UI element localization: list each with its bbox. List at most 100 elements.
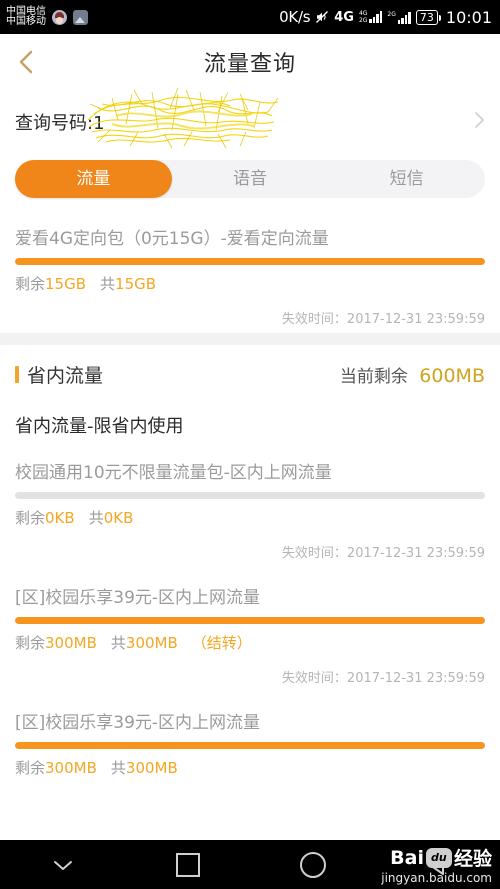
network-type-text: 4G (334, 9, 354, 25)
package-amounts: 剩余0KB 共0KB (15, 499, 485, 528)
package-amounts: 剩余300MB 共300MB （结转） (15, 624, 485, 653)
package-progress-fill (15, 742, 485, 749)
watermark-brand: Bai (390, 846, 424, 869)
total-value: 15GB (115, 275, 157, 293)
package-title: 爱看4G定向包（0元15G）-爱看定向流量 (15, 229, 329, 249)
screenshot-icon (73, 9, 88, 25)
orange-bar-marker-icon (15, 366, 19, 383)
expiry-label: 失效时间： (281, 671, 347, 686)
battery-indicator: 73 (415, 9, 441, 25)
package-progress-bar (15, 492, 485, 499)
query-number-row[interactable]: 查询号码:1 (0, 87, 500, 154)
chevron-right-icon[interactable] (473, 110, 486, 134)
paw-icon: du (425, 847, 452, 868)
total-value: 300MB (125, 634, 178, 652)
contact-avatar-icon (52, 9, 67, 25)
package-total: 共300MB (111, 632, 178, 653)
package-total: 共0KB (89, 507, 134, 528)
watermark-url: jingyan.baidu.com (381, 871, 492, 885)
package-expiry: 失效时间：2017-12-31 23:59:59 (15, 528, 485, 567)
expiry-value: 2017-12-31 23:59:59 (346, 546, 485, 561)
signal-bars-1 (369, 10, 383, 23)
tab-track: 流量 语音 短信 (15, 160, 485, 198)
battery-level: 73 (419, 10, 434, 24)
app-header: 流量查询 (0, 34, 500, 90)
remaining-value: 300MB (45, 759, 97, 777)
remaining-label: 剩余 (15, 275, 46, 293)
expiry-label: 失效时间： (281, 312, 347, 327)
page-title: 流量查询 (203, 52, 296, 77)
package-total: 共15GB (100, 273, 156, 294)
total-label: 共 (110, 634, 126, 652)
total-label: 共 (88, 509, 104, 527)
carrier-line-2: 中国移动 (6, 16, 46, 27)
package-title: 校园通用10元不限量流量包-区内上网流量 (15, 463, 332, 483)
total-label: 共 (100, 275, 116, 293)
package-title: [区]校园乐享39元-区内上网流量 (15, 713, 261, 733)
package-progress-bar (15, 258, 485, 265)
package-total: 共300MB (111, 757, 178, 778)
signal-indicator-2: 2G (387, 11, 411, 24)
tab-bar: 流量 语音 短信 (0, 154, 500, 208)
signal-tag-bottom: 2G (358, 16, 368, 24)
package-remaining: 剩余300MB (15, 757, 97, 778)
package-remaining: 剩余300MB (15, 632, 97, 653)
package-remaining: 剩余0KB (15, 507, 75, 528)
system-nav-bar: Bai du 经验 jingyan.baidu.com (0, 840, 500, 889)
status-bar: 中国电信 中国移动 0K/s 4G 4G 2G 2G 73 10:01 (0, 0, 500, 34)
clock: 10:01 (445, 7, 492, 27)
package-item[interactable]: 爱看4G定向包（0元15G）-爱看定向流量 剩余15GB 共15GB 失效时间：… (0, 208, 500, 333)
watermark-title: Bai du 经验 (342, 844, 492, 871)
watermark-suffix: 经验 (453, 848, 492, 870)
back-chevron-icon[interactable] (14, 50, 38, 74)
network-type-label: 4G (334, 10, 354, 25)
query-number-label: 查询号码:1 (15, 113, 105, 134)
package-amounts: 剩余15GB 共15GB (15, 265, 485, 294)
section-header-left: 省内流量 (15, 361, 103, 388)
remaining-value: 300MB (45, 634, 97, 652)
tab-data[interactable]: 流量 (15, 160, 172, 198)
expiry-value: 2017-12-31 23:59:59 (346, 671, 485, 686)
chevron-down-icon[interactable] (0, 840, 125, 889)
remaining-value: 15GB (45, 275, 87, 293)
section-remaining-label: 当前剩余 (339, 367, 408, 387)
network-speed: 0K/s (279, 8, 311, 26)
signal-tag-2: 2G (387, 11, 395, 19)
total-label: 共 (110, 759, 126, 777)
status-bar-left: 中国电信 中国移动 (6, 6, 88, 28)
section-title: 省内流量 (27, 365, 104, 387)
package-progress-fill (15, 617, 485, 624)
package-progress-bar (15, 617, 485, 624)
carrier-names: 中国电信 中国移动 (6, 6, 46, 28)
section-divider (0, 333, 500, 345)
package-progress-fill (15, 258, 485, 265)
signal-bars-2 (397, 11, 411, 24)
package-item[interactable]: [区]校园乐享39元-区内上网流量 剩余300MB 共300MB （结转） 失效… (0, 567, 500, 692)
section-remaining: 当前剩余 600MB (340, 362, 485, 387)
remaining-label: 剩余 (15, 509, 46, 527)
package-amounts: 剩余300MB 共300MB (15, 749, 485, 778)
remaining-value: 0KB (45, 509, 75, 527)
total-value: 0KB (103, 509, 134, 527)
package-progress-bar (15, 742, 485, 749)
signal-tag-1: 4G 2G (359, 10, 367, 24)
yellow-scribble-redaction (87, 87, 279, 149)
tab-sms[interactable]: 短信 (328, 160, 485, 198)
section-remaining-value: 600MB (419, 365, 485, 387)
remaining-label: 剩余 (15, 634, 46, 652)
expiry-label: 失效时间： (281, 546, 347, 561)
signal-indicator-1: 4G 2G (359, 10, 383, 24)
package-item[interactable]: [区]校园乐享39元-区内上网流量 剩余300MB 共300MB (0, 692, 500, 778)
recents-square-icon[interactable] (125, 840, 250, 889)
package-title: [区]校园乐享39元-区内上网流量 (15, 588, 261, 608)
signal-tag-second: 2G (387, 10, 396, 18)
package-item[interactable]: 校园通用10元不限量流量包-区内上网流量 剩余0KB 共0KB 失效时间：201… (0, 442, 500, 567)
baidu-watermark: Bai du 经验 jingyan.baidu.com (342, 844, 492, 886)
package-carryover: （结转） (191, 634, 252, 652)
section-header: 省内流量 当前剩余 600MB (0, 345, 500, 394)
tab-voice[interactable]: 语音 (172, 160, 329, 198)
expiry-value: 2017-12-31 23:59:59 (346, 312, 485, 327)
status-bar-right: 0K/s 4G 4G 2G 2G 73 10:01 (279, 8, 492, 27)
mute-icon (315, 10, 329, 24)
package-remaining: 剩余15GB (15, 273, 86, 294)
